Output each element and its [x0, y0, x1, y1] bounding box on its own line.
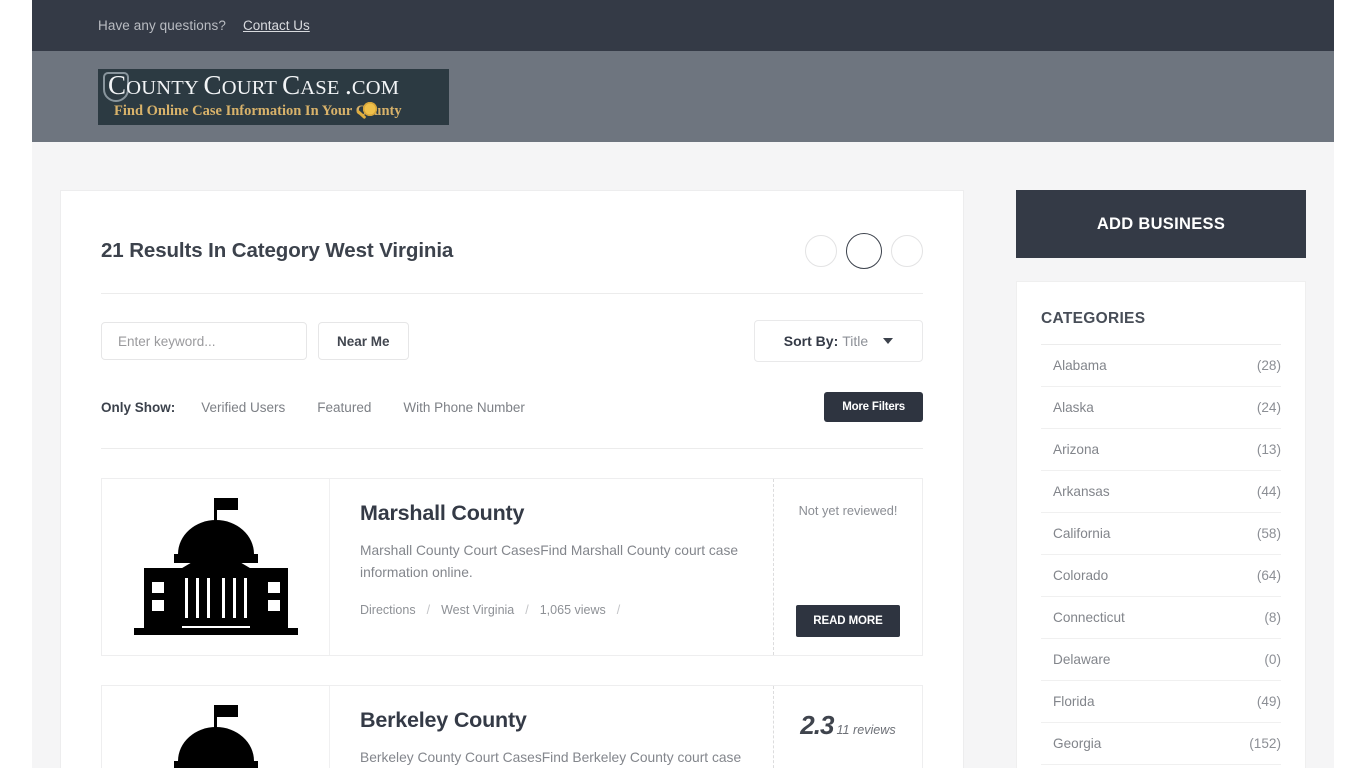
list-view-toggle[interactable]	[846, 233, 882, 269]
site-container: Have any questions? Contact Us COUNTY CO…	[32, 0, 1334, 768]
listing-thumbnail[interactable]	[102, 686, 330, 768]
results-header: 21 Results In Category West Virginia	[101, 191, 923, 294]
sidebar-item-california[interactable]: California (58)	[1041, 513, 1281, 555]
listing-views: 1,065 views	[539, 602, 606, 617]
category-count: (28)	[1256, 358, 1281, 373]
page-title: 21 Results In Category West Virginia	[101, 239, 454, 262]
category-name: Colorado	[1053, 568, 1109, 583]
site-logo[interactable]: COUNTY COURT CASE .COM Find Online Case …	[98, 68, 449, 125]
near-me-button[interactable]: Near Me	[318, 322, 409, 360]
listing-card[interactable]: Marshall County Marshall County Court Ca…	[101, 478, 923, 656]
listing-details: Berkeley County Berkeley County Court Ca…	[330, 686, 774, 768]
logo-title-text-5: C	[282, 69, 301, 100]
category-name: Florida	[1053, 694, 1095, 709]
listing-description: Marshall County Court CasesFind Marshall…	[360, 543, 739, 581]
top-bar-question: Have any questions?	[98, 18, 226, 33]
sidebar-item-arizona[interactable]: Arizona (13)	[1041, 429, 1281, 471]
logo-title-text-2: OUNTY	[126, 76, 204, 99]
category-name: Georgia	[1053, 736, 1102, 751]
listing-location-link[interactable]: West Virginia	[441, 603, 514, 617]
logo-title: COUNTY COURT CASE .COM	[108, 70, 399, 101]
meta-separator: /	[525, 602, 529, 617]
view-toggle-group	[805, 233, 923, 269]
only-show-label: Only Show:	[101, 399, 176, 415]
magnifier-icon	[363, 101, 377, 116]
category-count: (152)	[1249, 736, 1281, 751]
listing-review-status: Not yet reviewed!	[798, 503, 898, 518]
courthouse-icon	[173, 705, 258, 768]
site-header: COUNTY COURT CASE .COM Find Online Case …	[32, 51, 1334, 142]
category-name: California	[1053, 526, 1111, 541]
category-name: Delaware	[1053, 652, 1111, 667]
contact-us-link[interactable]: Contact Us	[243, 18, 310, 33]
logo-title-text-4: OURT	[221, 76, 283, 99]
filter-featured[interactable]: Featured	[317, 400, 371, 415]
listing-meta: Directions / West Virginia / 1,065 views…	[360, 603, 745, 617]
category-count: (64)	[1256, 568, 1281, 583]
sidebar-item-connecticut[interactable]: Connecticut (8)	[1041, 597, 1281, 639]
category-count: (58)	[1256, 526, 1281, 541]
sidebar-item-florida[interactable]: Florida (49)	[1041, 681, 1281, 723]
category-count: (44)	[1256, 484, 1281, 499]
listing-title[interactable]: Marshall County	[360, 501, 745, 526]
filter-row: Only Show: Verified Users Featured With …	[101, 362, 923, 449]
rating-display: 2.3 11 reviews	[800, 710, 895, 741]
page-content: 21 Results In Category West Virginia Nea…	[32, 142, 1334, 768]
page-root: Have any questions? Contact Us COUNTY CO…	[0, 0, 1366, 768]
chevron-down-icon	[883, 338, 894, 344]
results-panel: 21 Results In Category West Virginia Nea…	[60, 190, 964, 768]
logo-title-text-7: .	[344, 69, 352, 100]
category-count: (49)	[1256, 694, 1281, 709]
category-name: Arizona	[1053, 442, 1100, 457]
listing-rating-panel: 2.3 11 reviews READ MORE	[774, 686, 922, 768]
search-row: Near Me Sort By: Title	[101, 294, 923, 362]
category-count: (24)	[1256, 400, 1281, 415]
listing-rating-panel: Not yet reviewed! READ MORE	[774, 479, 922, 655]
search-input[interactable]	[101, 322, 307, 360]
category-name: Connecticut	[1053, 610, 1125, 625]
grid-view-toggle[interactable]	[805, 235, 837, 267]
sidebar-item-colorado[interactable]: Colorado (64)	[1041, 555, 1281, 597]
sidebar-item-alaska[interactable]: Alaska (24)	[1041, 387, 1281, 429]
sort-by-label: Sort By:	[783, 333, 839, 349]
courthouse-icon	[133, 498, 298, 635]
sidebar-item-delaware[interactable]: Delaware (0)	[1041, 639, 1281, 681]
category-name: Alabama	[1053, 358, 1107, 373]
filter-with-phone-number[interactable]: With Phone Number	[403, 400, 525, 415]
logo-title-text: C	[108, 69, 127, 100]
categories-widget: CATEGORIES Alabama (28) Alaska (24) Ariz…	[1016, 281, 1306, 768]
logo-title-text-8: COM	[351, 76, 400, 99]
filter-verified-users[interactable]: Verified Users	[201, 400, 285, 415]
top-bar: Have any questions? Contact Us	[32, 0, 1334, 51]
category-count: (0)	[1264, 652, 1281, 667]
listing-title[interactable]: Berkeley County	[360, 708, 745, 733]
category-name: Arkansas	[1053, 484, 1110, 499]
category-count: (13)	[1256, 442, 1281, 457]
sort-by-value: Title	[842, 333, 869, 349]
sidebar-item-arkansas[interactable]: Arkansas (44)	[1041, 471, 1281, 513]
listing-description: Berkeley County Court CasesFind Berkeley…	[360, 750, 742, 765]
listing-details: Marshall County Marshall County Court Ca…	[330, 479, 774, 655]
more-filters-button[interactable]: More Filters	[824, 392, 923, 422]
listing-card[interactable]: Berkeley County Berkeley County Court Ca…	[101, 685, 923, 768]
meta-separator: /	[616, 602, 621, 617]
logo-title-text-6: ASE	[300, 76, 345, 99]
listing-thumbnail[interactable]	[102, 479, 330, 655]
sidebar-item-georgia[interactable]: Georgia (152)	[1041, 723, 1281, 765]
sidebar-item-alabama[interactable]: Alabama (28)	[1041, 345, 1281, 387]
logo-title-text-3: C	[203, 69, 222, 100]
meta-separator: /	[426, 602, 431, 617]
listing-directions-link[interactable]: Directions	[360, 603, 416, 617]
map-view-toggle[interactable]	[891, 235, 923, 267]
category-name: Alaska	[1053, 400, 1094, 415]
categories-heading: CATEGORIES	[1041, 310, 1281, 345]
add-business-button[interactable]: ADD BUSINESS	[1016, 190, 1306, 258]
sort-by-dropdown[interactable]: Sort By: Title	[754, 320, 923, 362]
rating-value: 2.3	[800, 710, 834, 740]
read-more-button[interactable]: READ MORE	[796, 605, 900, 637]
sidebar: ADD BUSINESS CATEGORIES Alabama (28) Ala…	[1016, 190, 1306, 768]
rating-review-count: 11 reviews	[836, 723, 896, 737]
category-count: (8)	[1264, 610, 1281, 625]
